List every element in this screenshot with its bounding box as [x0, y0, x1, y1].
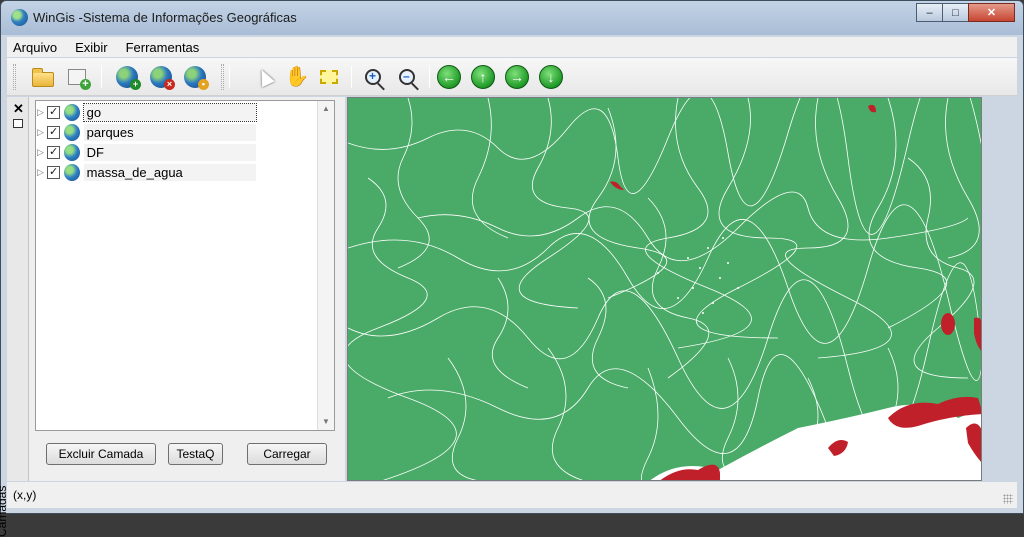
layer-item[interactable]: ▷ ✓ DF: [36, 143, 257, 161]
new-layer-button[interactable]: [65, 65, 91, 90]
open-button[interactable]: [31, 65, 55, 89]
pan-button[interactable]: ✋: [284, 65, 310, 89]
pan-down-icon: ↓: [539, 65, 563, 89]
layer-list-scrollbar[interactable]: ▲ ▼: [317, 101, 334, 430]
layer-label[interactable]: DF: [83, 143, 257, 161]
layer-globe-icon: [63, 163, 80, 181]
scroll-up-icon[interactable]: ▲: [318, 101, 334, 117]
layer-list[interactable]: ▷ ✓ go ▷ ✓ parques ▷ ✓ DF ▷ ✓ massa_de_a…: [35, 100, 335, 431]
layer-item[interactable]: ▷ ✓ go: [36, 102, 258, 122]
close-button[interactable]: ✕: [968, 3, 1015, 22]
expand-icon[interactable]: ▷: [37, 147, 44, 158]
layer-item[interactable]: ▷ ✓ parques: [36, 123, 257, 141]
menu-arquivo[interactable]: Arquivo: [13, 40, 57, 55]
layer-item[interactable]: ▷ ✓ massa_de_agua: [36, 163, 257, 181]
layer-checkbox[interactable]: ✓: [47, 165, 60, 179]
layers-panel: ▷ ✓ go ▷ ✓ parques ▷ ✓ DF ▷ ✓ massa_de_a…: [29, 97, 345, 481]
layer-properties-globe-icon: •: [184, 66, 209, 90]
pan-left-icon: ←: [437, 65, 461, 89]
layer-globe-icon: [63, 143, 80, 161]
zoom-in-button[interactable]: +: [361, 65, 385, 89]
menu-ferramentas[interactable]: Ferramentas: [126, 40, 200, 55]
toolbar-grip-2[interactable]: [221, 64, 224, 90]
testaq-button[interactable]: TestaQ: [168, 443, 223, 465]
map-canvas[interactable]: [347, 97, 982, 481]
pan-right-button[interactable]: →: [505, 65, 529, 89]
add-layer-globe-icon: +: [116, 66, 141, 90]
load-button[interactable]: Carregar: [247, 443, 327, 465]
menu-bar: Arquivo Exibir Ferramentas: [7, 37, 1017, 57]
expand-icon[interactable]: ▷: [37, 167, 44, 178]
pan-up-button[interactable]: ↑: [471, 65, 495, 89]
expand-icon[interactable]: ▷: [37, 127, 44, 138]
layers-dock-tab: ✕ Camadas: [0, 97, 29, 537]
layer-globe-icon: [63, 103, 80, 121]
layer-checkbox[interactable]: ✓: [47, 125, 60, 139]
new-layer-icon: [68, 69, 91, 90]
layer-name: massa_de_agua: [86, 164, 183, 180]
expand-icon[interactable]: ▷: [37, 107, 44, 118]
layer-name: parques: [86, 124, 134, 140]
minimize-button[interactable]: –: [916, 3, 943, 22]
zoom-out-button[interactable]: –: [395, 65, 419, 89]
title-bar[interactable]: WinGis -Sistema de Informações Geográfic…: [1, 1, 1023, 35]
maximize-button[interactable]: □: [942, 3, 969, 22]
layer-label[interactable]: go: [82, 102, 258, 122]
pan-hand-icon: ✋: [284, 66, 310, 88]
toolbar-separator-4: [429, 66, 430, 88]
dock-close-icon[interactable]: ✕: [13, 101, 24, 117]
delete-layer-button[interactable]: Excluir Camada: [46, 443, 156, 465]
add-layer-button[interactable]: +: [115, 65, 141, 90]
select-button[interactable]: [253, 65, 277, 89]
zoom-in-icon: +: [365, 69, 381, 85]
dock-float-icon[interactable]: [13, 119, 23, 128]
scroll-down-icon[interactable]: ▼: [318, 414, 334, 430]
remove-layer-globe-icon: ×: [150, 66, 175, 90]
remove-layer-button[interactable]: ×: [149, 65, 175, 90]
status-bar: (x,y): [7, 482, 1017, 508]
select-arrow-icon: [255, 66, 275, 88]
coordinates-readout: (x,y): [13, 488, 37, 502]
pan-down-button[interactable]: ↓: [539, 65, 563, 89]
pan-up-icon: ↑: [471, 65, 495, 89]
menu-exibir[interactable]: Exibir: [75, 40, 108, 55]
pan-left-button[interactable]: ←: [437, 65, 461, 89]
resize-grip-icon[interactable]: [1003, 494, 1013, 504]
select-rectangle-icon: [320, 70, 338, 84]
layer-properties-button[interactable]: •: [183, 65, 209, 90]
open-icon: [32, 67, 54, 87]
layer-label[interactable]: massa_de_agua: [83, 163, 257, 181]
app-globe-icon: [11, 9, 28, 26]
pan-right-icon: →: [505, 65, 529, 89]
zoom-out-icon: –: [399, 69, 415, 85]
toolbar-separator: [101, 66, 102, 88]
layer-label[interactable]: parques: [83, 123, 257, 141]
layer-name: go: [86, 104, 102, 120]
toolbar-separator-2: [229, 66, 230, 88]
layer-name: DF: [86, 144, 104, 160]
select-rectangle-button[interactable]: [317, 65, 341, 89]
layer-checkbox[interactable]: ✓: [47, 105, 60, 119]
toolbar-grip[interactable]: [13, 64, 16, 90]
window-title: WinGis -Sistema de Informações Geográfic…: [33, 10, 297, 25]
window-controls: – □ ✕: [916, 3, 1015, 22]
map-drawing: [348, 98, 981, 480]
app-window: WinGis -Sistema de Informações Geográfic…: [0, 0, 1024, 537]
layer-globe-icon: [63, 123, 80, 141]
layer-checkbox[interactable]: ✓: [47, 145, 60, 159]
toolbar: + × • ✋ + – ← ↑ → ↓: [7, 58, 1017, 96]
toolbar-separator-3: [351, 66, 352, 88]
